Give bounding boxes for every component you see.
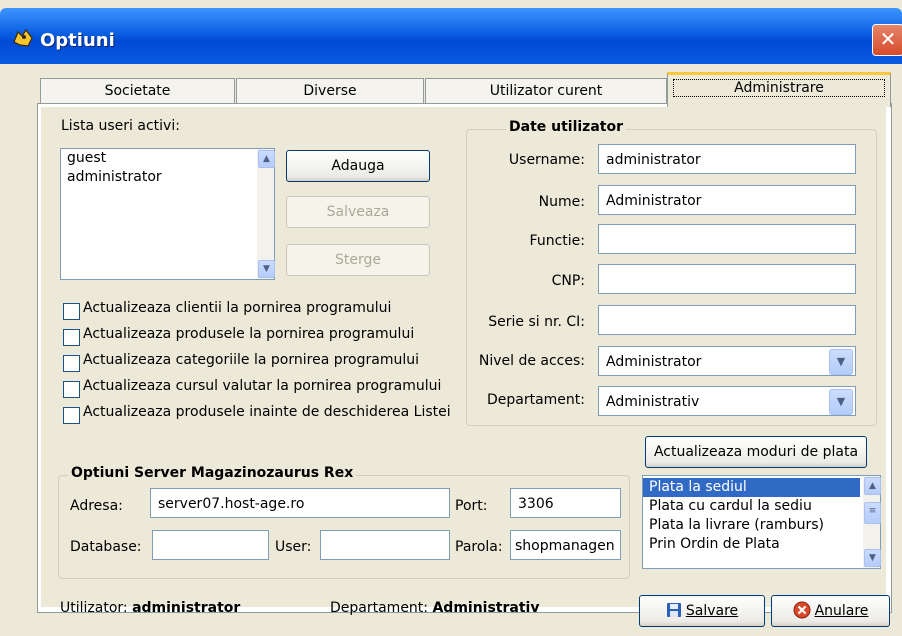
username-label: Username:: [508, 152, 585, 168]
status-user-label: Utilizator:: [60, 600, 128, 616]
scroll-down-icon[interactable]: ▼: [258, 260, 275, 278]
scroll-up-icon[interactable]: ▲: [258, 150, 275, 168]
tab-administrare[interactable]: Administrare: [667, 72, 891, 107]
server-user-field[interactable]: [320, 530, 450, 560]
scroll-up-icon[interactable]: ▲: [864, 477, 881, 495]
department-value: Administrativ: [606, 394, 700, 410]
status-department-label: Departament:: [330, 600, 429, 616]
payment-modes-list[interactable]: Plata la sediul Plata cu cardul la sediu…: [642, 475, 881, 569]
checkbox-label: Actualizeaza produsele inainte de deschi…: [83, 404, 451, 420]
close-button[interactable]: ✕: [872, 24, 902, 56]
update-payment-modes-button[interactable]: Actualizeaza moduri de plata: [645, 436, 867, 468]
status-user-value: administrator: [132, 600, 241, 616]
list-item[interactable]: guest: [61, 149, 274, 168]
ci-field[interactable]: [598, 305, 856, 335]
checkbox-update-clients[interactable]: [63, 303, 80, 320]
checkbox-label: Actualizeaza cursul valutar la pornirea …: [83, 378, 442, 394]
address-field[interactable]: server07.host-age.ro: [150, 488, 450, 518]
add-user-button[interactable]: Adauga: [286, 150, 430, 182]
ci-label: Serie si nr. CI:: [488, 314, 585, 330]
floppy-disk-icon: [666, 603, 681, 617]
function-label: Functie:: [529, 233, 585, 249]
chevron-down-icon[interactable]: ▼: [829, 389, 853, 415]
port-field[interactable]: 3306: [510, 488, 621, 518]
status-user: Utilizator: administrator: [60, 600, 240, 616]
department-select[interactable]: Administrativ ▼: [598, 386, 856, 416]
chevron-down-icon[interactable]: ▼: [829, 349, 853, 375]
save-button[interactable]: Salvare: [639, 595, 765, 627]
checkbox-update-products[interactable]: [63, 329, 80, 346]
list-item[interactable]: Plata la livrare (ramburs): [643, 516, 880, 535]
list-item[interactable]: Prin Ordin de Plata: [643, 535, 880, 554]
app-logo-icon: [13, 28, 33, 47]
tab-societate[interactable]: Societate: [40, 78, 235, 104]
password-field[interactable]: shopmanagen: [510, 530, 621, 560]
access-level-value: Administrator: [606, 354, 702, 370]
save-label: Salvare: [685, 603, 739, 619]
save-user-button[interactable]: Salveaza: [286, 196, 430, 228]
checkbox-label: Actualizeaza clientii la pornirea progra…: [83, 300, 392, 316]
delete-user-button[interactable]: Sterge: [286, 244, 430, 276]
users-list-label: Lista useri activi:: [61, 118, 180, 134]
window-title: Optiuni: [40, 30, 115, 51]
password-label: Parola:: [455, 539, 503, 555]
name-label: Nume:: [538, 194, 585, 210]
scroll-down-icon[interactable]: ▼: [864, 549, 881, 567]
options-window: Optiuni ✕ Societate Diverse Utilizator c…: [0, 0, 902, 636]
list-item[interactable]: Plata la sediul: [643, 478, 860, 497]
checkbox-update-exchange-rate[interactable]: [63, 381, 80, 398]
scroll-thumb[interactable]: ≡: [864, 502, 881, 524]
port-label: Port:: [455, 498, 488, 514]
checkbox-update-before-list[interactable]: [63, 407, 80, 424]
tab-utilizator-curent[interactable]: Utilizator curent: [425, 78, 667, 104]
access-level-label: Nivel de acces:: [478, 353, 585, 369]
checkbox-label: Actualizeaza categoriile la pornirea pro…: [83, 352, 420, 368]
title-bar[interactable]: Optiuni ✕: [0, 8, 902, 64]
cnp-field[interactable]: [598, 264, 856, 294]
cancel-button[interactable]: Anulare: [771, 595, 890, 627]
cancel-label: Anulare: [814, 603, 869, 619]
department-label: Departament:: [486, 392, 585, 408]
address-label: Adresa:: [70, 498, 123, 514]
payment-scrollbar[interactable]: ▲ ≡ ▼: [863, 476, 881, 568]
name-field[interactable]: Administrator: [598, 185, 856, 215]
cnp-label: CNP:: [551, 273, 585, 289]
users-list[interactable]: guest administrator ▲ ▼: [60, 148, 275, 280]
list-item[interactable]: administrator: [61, 168, 274, 187]
user-data-title: Date utilizator: [506, 119, 626, 135]
status-department-value: Administrativ: [432, 600, 540, 616]
tab-diverse[interactable]: Diverse: [236, 78, 424, 104]
server-options-title: Optiuni Server Magazinozaurus Rex: [68, 465, 357, 481]
database-label: Database:: [70, 539, 142, 555]
username-field[interactable]: administrator: [598, 144, 856, 174]
function-field[interactable]: [598, 224, 856, 254]
status-department: Departament: Administrativ: [330, 600, 539, 616]
cancel-icon: [793, 601, 811, 619]
checkbox-update-categories[interactable]: [63, 355, 80, 372]
user-label: User:: [275, 539, 312, 555]
checkbox-label: Actualizeaza produsele la pornirea progr…: [83, 326, 415, 342]
list-item[interactable]: Plata cu cardul la sediu: [643, 497, 880, 516]
users-scrollbar[interactable]: ▲ ▼: [257, 149, 275, 279]
tab-administrare-label: Administrare: [673, 79, 885, 97]
database-field[interactable]: [152, 530, 269, 560]
access-level-select[interactable]: Administrator ▼: [598, 346, 856, 376]
